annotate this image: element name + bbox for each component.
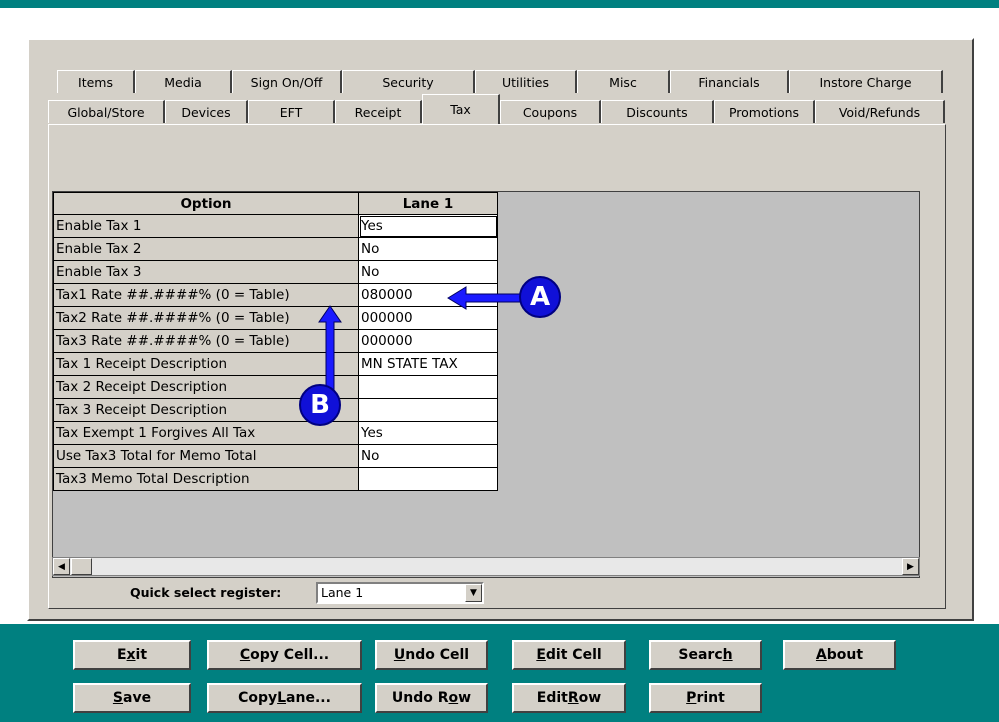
app-window: Items Media Sign On/Off Security Utilities Mi… [0,0,999,722]
arrow-a-icon [447,286,523,310]
callout-b: B [299,384,341,426]
arrow-b-icon [318,305,342,396]
tab-tax[interactable]: Tax [422,94,500,124]
callout-a: A [519,276,561,318]
